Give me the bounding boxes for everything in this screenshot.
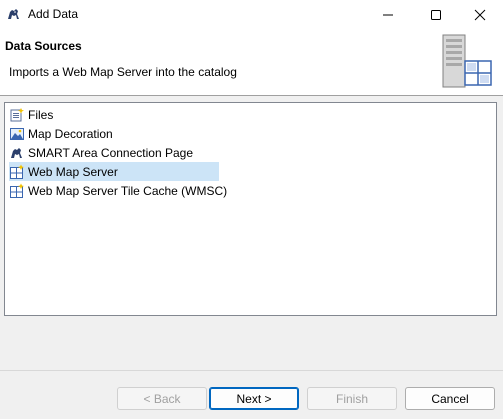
- list-item-smart-area-connection[interactable]: SMART Area Connection Page: [9, 143, 199, 162]
- title-bar: Add Data: [0, 0, 503, 30]
- minimize-icon: [383, 14, 393, 16]
- list-item-label: Map Decoration: [28, 126, 113, 141]
- list-item-wmsc[interactable]: Web Map Server Tile Cache (WMSC): [9, 181, 233, 200]
- close-button[interactable]: [457, 0, 503, 30]
- finish-button[interactable]: Finish: [307, 387, 397, 410]
- next-button[interactable]: Next >: [209, 387, 299, 410]
- list-item-label: Web Map Server Tile Cache (WMSC): [28, 183, 228, 198]
- list-item-map-decoration[interactable]: Map Decoration: [9, 124, 119, 143]
- files-icon: [10, 107, 24, 121]
- server-catalog-icon: [442, 34, 492, 88]
- smart-logo-icon: [11, 147, 22, 158]
- page-title: Data Sources: [5, 39, 82, 53]
- cancel-button[interactable]: Cancel: [405, 387, 495, 410]
- close-icon: [474, 9, 486, 21]
- window-title: Add Data: [28, 7, 79, 21]
- web-map-server-icon: [10, 183, 24, 198]
- map-decoration-icon: [10, 127, 24, 140]
- maximize-icon: [431, 10, 441, 20]
- footer-divider: [0, 370, 503, 371]
- wizard-header: Data Sources Imports a Web Map Server in…: [0, 30, 503, 96]
- list-item-label: Files: [28, 107, 54, 122]
- smart-logo-icon: [8, 9, 19, 19]
- list-item-files[interactable]: Files: [9, 105, 59, 124]
- list-item-label: Web Map Server: [28, 164, 118, 179]
- back-button[interactable]: < Back: [117, 387, 207, 410]
- web-map-server-icon: [10, 164, 24, 179]
- maximize-button[interactable]: [413, 0, 459, 30]
- list-item-web-map-server[interactable]: Web Map Server: [9, 162, 219, 181]
- page-description: Imports a Web Map Server into the catalo…: [9, 65, 237, 79]
- data-source-list[interactable]: Files Map Decoration SMART Area Connecti…: [4, 102, 497, 316]
- list-item-label: SMART Area Connection Page: [28, 145, 193, 160]
- minimize-button[interactable]: [365, 0, 411, 30]
